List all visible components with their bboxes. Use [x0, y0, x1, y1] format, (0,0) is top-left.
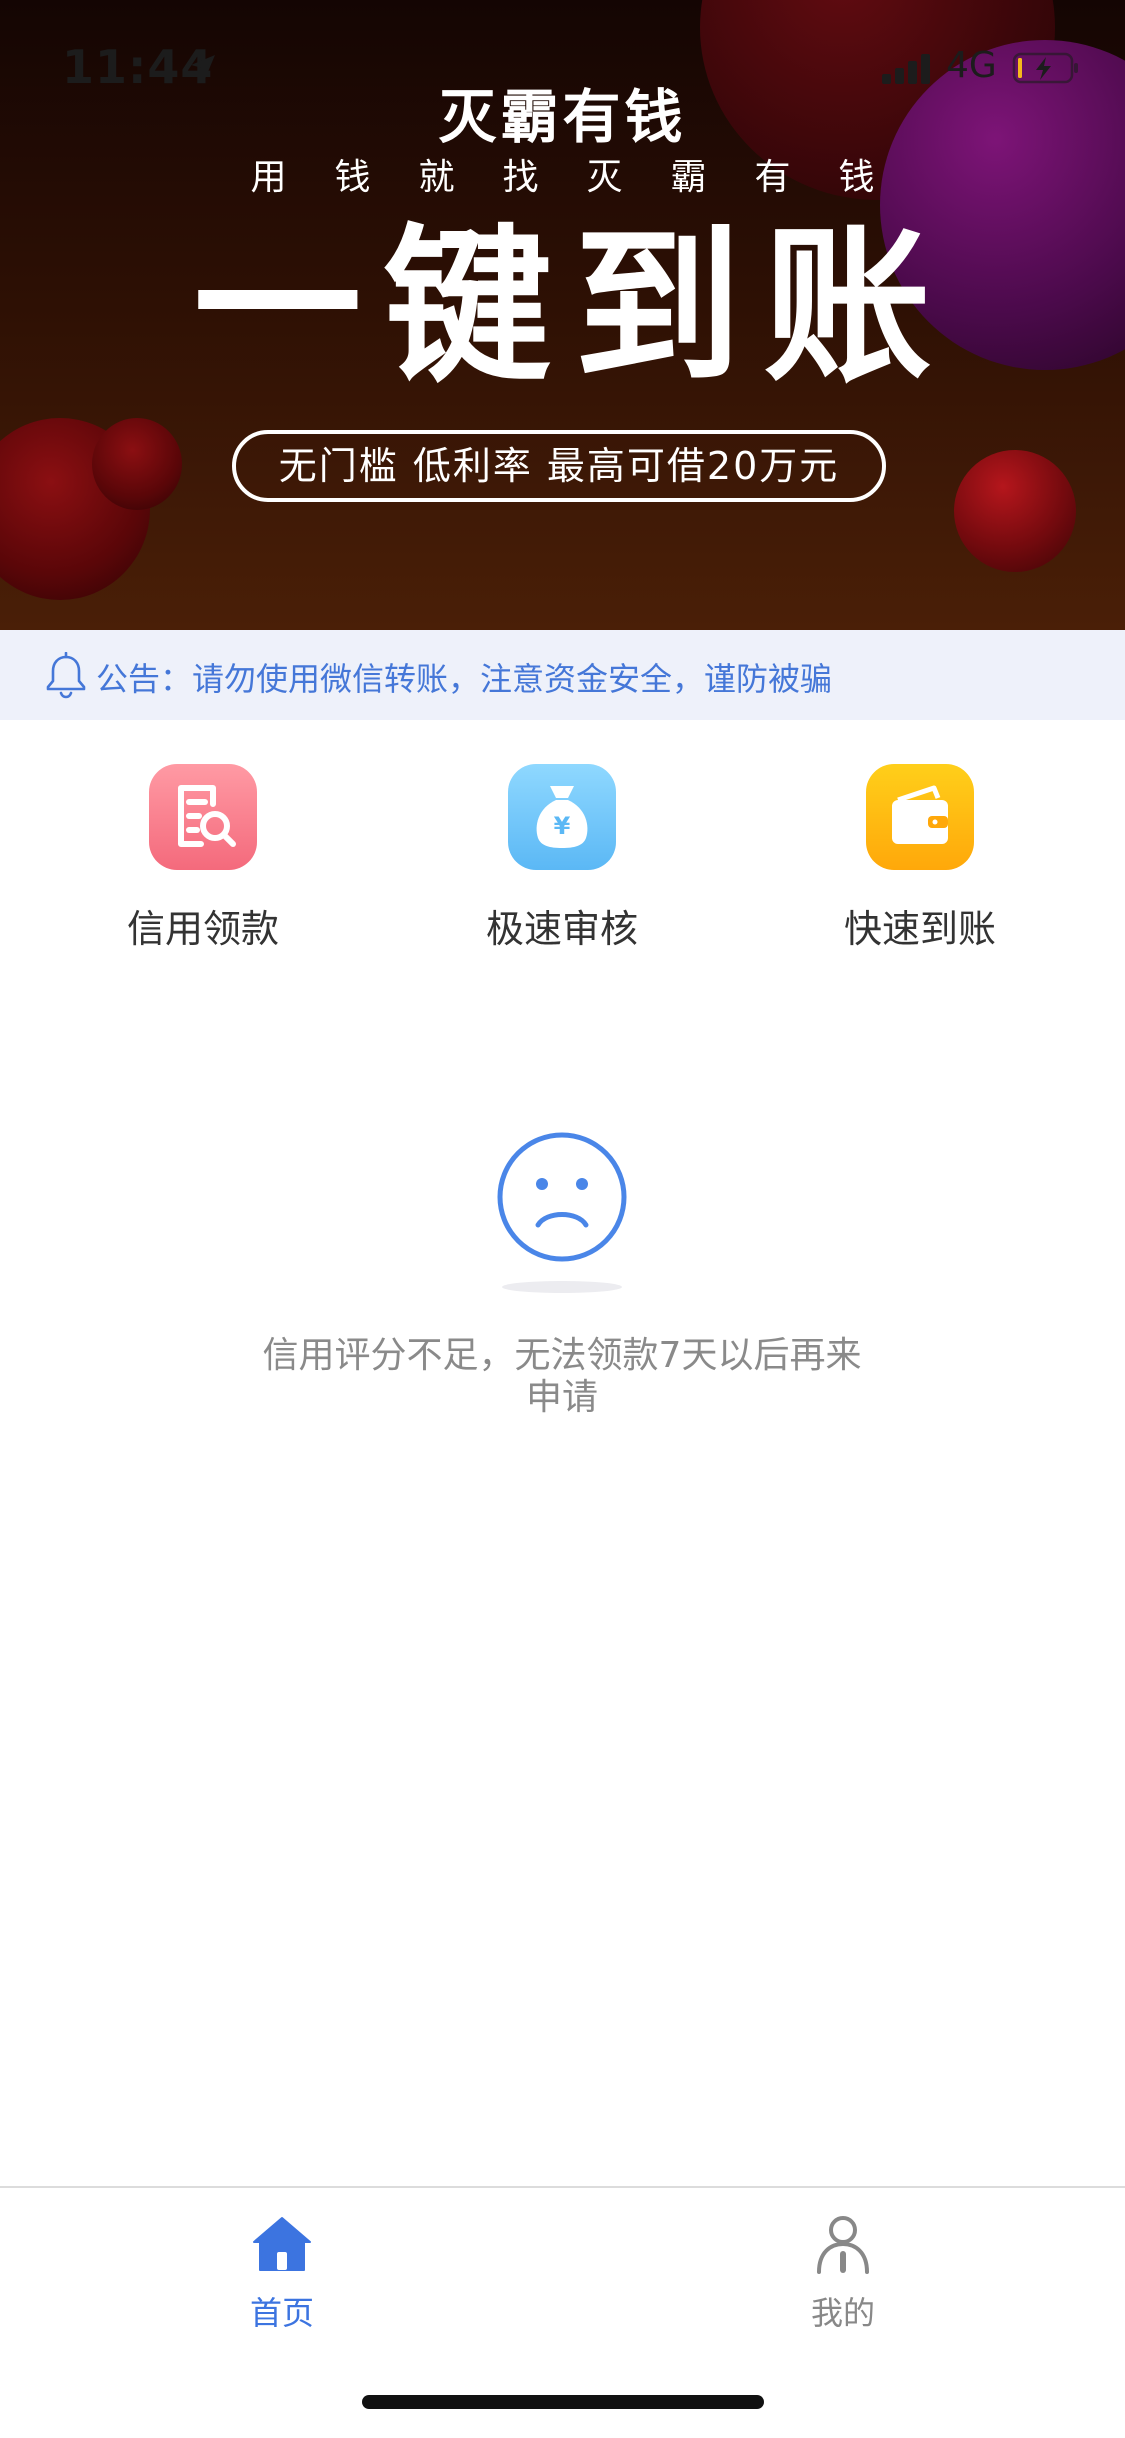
sad-face-icon	[497, 1132, 627, 1262]
banner-headline: 一键到账	[193, 209, 954, 405]
feature-label: 信用领款	[126, 907, 279, 951]
promo-banner[interactable]: 11:44 4G 灭霸有钱 用钱就找灭霸有钱 一键到账 无门槛 低利率 最高可借…	[0, 0, 1125, 630]
home-icon	[253, 2217, 311, 2271]
wallet-icon	[866, 764, 974, 870]
feature-label: 极速审核	[485, 907, 638, 951]
feature-credit-loan[interactable]: 信用领款	[73, 764, 333, 953]
decorative-ball	[954, 450, 1076, 572]
app-name: 灭霸有钱	[438, 83, 687, 151]
feature-quick-arrival[interactable]: 快速到账	[790, 764, 1050, 953]
document-search-icon	[149, 764, 257, 870]
tab-home[interactable]: 首页	[182, 2212, 382, 2334]
icon-shadow	[502, 1281, 622, 1293]
empty-message: 信用评分不足，无法领款7天以后再来申请	[262, 1335, 862, 1418]
feature-fast-review[interactable]: ¥ 极速审核	[432, 764, 692, 953]
notice-text: 公告：请勿使用微信转账，注意资金安全，谨防被骗	[96, 660, 833, 698]
banner-slogan: 用钱就找灭霸有钱	[250, 157, 923, 198]
banner-pill: 无门槛 低利率 最高可借20万元	[232, 430, 886, 502]
tab-mine[interactable]: 我的	[743, 2212, 943, 2334]
decorative-ball	[92, 418, 182, 510]
money-bag-icon: ¥	[508, 764, 616, 870]
tab-label: 我的	[810, 2294, 875, 2332]
feature-label: 快速到账	[843, 907, 996, 951]
tab-label: 首页	[249, 2294, 314, 2332]
empty-state: 信用评分不足，无法领款7天以后再来申请	[0, 1125, 1125, 1455]
bell-icon	[46, 652, 86, 699]
person-icon	[817, 2216, 869, 2274]
home-indicator	[362, 2395, 764, 2409]
svg-text:¥: ¥	[554, 812, 571, 840]
feature-row: 信用领款 ¥ 极速审核 快速到账	[0, 720, 1125, 970]
notice-bar[interactable]: 公告：请勿使用微信转账，注意资金安全，谨防被骗	[0, 630, 1125, 720]
